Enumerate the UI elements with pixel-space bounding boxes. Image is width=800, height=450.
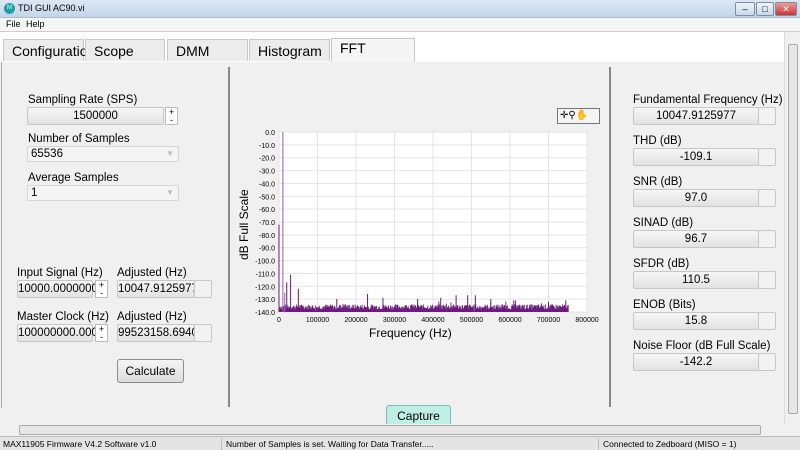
y-tick-label: -30.0 xyxy=(259,169,275,176)
status-message: Number of Samples is set. Waiting for Da… xyxy=(223,438,599,450)
result-indicator xyxy=(758,189,776,207)
fft-chart: 0.0 -10.0 -20.0 -30.0 -40.0 -50.0 -60.0 -70.0 -8… xyxy=(237,130,599,340)
avg-samples-select[interactable]: 1 ▼ xyxy=(27,185,179,201)
y-tick-label: -120.0 xyxy=(255,284,275,291)
y-axis-label: dB Full Scale xyxy=(237,189,251,260)
vertical-scrollbar[interactable] xyxy=(784,32,800,424)
window-title: TDI GUI AC90.vi xyxy=(18,3,85,13)
input-adjusted-indicator xyxy=(194,280,212,298)
maximize-button[interactable]: □ xyxy=(756,2,774,16)
result-indicator xyxy=(758,353,776,371)
result-label: THD (dB) xyxy=(633,135,682,147)
x-tick-label: 700000 xyxy=(537,317,560,324)
result-indicator xyxy=(758,230,776,248)
x-tick-label: 800000 xyxy=(575,317,598,324)
result-label: ENOB (Bits) xyxy=(633,299,696,311)
y-tick-label: -130.0 xyxy=(255,297,275,304)
result-value: -109.1 xyxy=(633,148,759,166)
result-label: SINAD (dB) xyxy=(633,217,694,229)
master-clock-input[interactable]: 100000000.000 xyxy=(17,324,98,342)
result-indicator xyxy=(758,107,776,125)
result-label: SFDR (dB) xyxy=(633,258,690,270)
chevron-down-icon: ▼ xyxy=(166,188,174,197)
result-indicator xyxy=(758,312,776,330)
avg-samples-label: Average Samples xyxy=(28,172,119,184)
tab-configuration[interactable]: Configuration xyxy=(3,39,95,61)
y-tick-label: -80.0 xyxy=(259,233,275,240)
menu-bar: File Help xyxy=(0,18,800,32)
num-samples-value: 65536 xyxy=(31,148,63,160)
clock-adjusted-value: 99523158.6940 xyxy=(117,324,198,342)
x-tick-label: 300000 xyxy=(383,317,406,324)
tab-fft[interactable]: FFT xyxy=(331,38,415,64)
clock-adjusted-indicator xyxy=(194,324,212,342)
tab-histogram[interactable]: Histogram xyxy=(249,39,330,61)
x-tick-label: 200000 xyxy=(344,317,367,324)
maxim-logo-icon: M xyxy=(4,3,15,14)
result-value: 97.0 xyxy=(633,189,759,207)
tab-strip: Configuration Scope DMM Histogram FFT xyxy=(0,32,784,64)
result-indicator xyxy=(758,148,776,166)
result-label: Fundamental Frequency (Hz) xyxy=(633,94,783,106)
y-tick-label: -60.0 xyxy=(259,207,275,214)
x-tick-label: 100000 xyxy=(306,317,329,324)
sampling-rate-label: Sampling Rate (SPS) xyxy=(28,94,138,106)
y-tick-label: -50.0 xyxy=(259,194,275,201)
result-value: 110.5 xyxy=(633,271,759,289)
horizontal-scrollbar[interactable] xyxy=(0,424,784,436)
capture-button[interactable]: Capture xyxy=(386,405,451,426)
input-signal-stepper[interactable]: + - xyxy=(95,280,108,298)
chevron-down-icon: ▼ xyxy=(166,149,174,158)
result-indicator xyxy=(758,271,776,289)
master-clock-stepper[interactable]: + - xyxy=(95,324,108,342)
input-signal-label: Input Signal (Hz) xyxy=(17,267,103,279)
y-tick-label: -20.0 xyxy=(259,156,275,163)
result-label: Noise Floor (dB Full Scale) xyxy=(633,340,771,352)
clock-adjusted-label: Adjusted (Hz) xyxy=(117,311,187,323)
num-samples-label: Number of Samples xyxy=(28,133,130,145)
result-value: -142.2 xyxy=(633,353,759,371)
y-tick-label: -140.0 xyxy=(255,310,275,317)
close-button[interactable]: ✕ xyxy=(775,2,797,16)
title-bar: M TDI GUI AC90.vi – □ ✕ xyxy=(0,0,800,18)
x-tick-label: 400000 xyxy=(421,317,444,324)
input-signal-input[interactable]: 10000.0000000 xyxy=(17,280,98,298)
status-bar: MAX11905 Firmware V4.2 Software v1.0 Num… xyxy=(0,436,800,450)
y-tick-label: -100.0 xyxy=(255,259,275,266)
x-tick-label: 0 xyxy=(277,317,281,324)
minimize-button[interactable]: – xyxy=(735,2,755,16)
sampling-rate-stepper[interactable]: + - xyxy=(165,107,178,125)
status-connection: Connected to Zedboard (MISO = 1) xyxy=(603,439,737,449)
y-tick-label: -40.0 xyxy=(259,181,275,188)
menu-file[interactable]: File xyxy=(6,19,21,29)
tab-scope[interactable]: Scope xyxy=(85,39,165,61)
tab-dmm[interactable]: DMM xyxy=(167,39,248,61)
sampling-rate-input[interactable]: 1500000 xyxy=(27,107,164,125)
y-tick-label: -90.0 xyxy=(259,246,275,253)
horizontal-scroll-thumb[interactable] xyxy=(19,425,761,435)
noise-bar xyxy=(567,305,569,312)
x-tick-label: 500000 xyxy=(460,317,483,324)
noise-bar xyxy=(473,304,475,312)
input-adjusted-value: 10047.9125977 xyxy=(117,280,198,298)
x-tick-label: 600000 xyxy=(498,317,521,324)
result-label: SNR (dB) xyxy=(633,176,683,188)
result-value: 96.7 xyxy=(633,230,759,248)
y-tick-label: -10.0 xyxy=(259,143,275,150)
y-tick-label: 0.0 xyxy=(265,130,275,137)
y-tick-label: -70.0 xyxy=(259,220,275,227)
status-version: MAX11905 Firmware V4.2 Software v1.0 xyxy=(0,438,222,450)
master-clock-label: Master Clock (Hz) xyxy=(17,311,110,323)
y-tick-label: -110.0 xyxy=(256,271,275,278)
menu-help[interactable]: Help xyxy=(26,19,45,29)
vertical-scroll-thumb[interactable] xyxy=(788,44,798,414)
num-samples-select[interactable]: 65536 ▼ xyxy=(27,146,179,162)
divider-right xyxy=(609,67,611,407)
calculate-button[interactable]: Calculate xyxy=(117,359,184,383)
result-value: 10047.9125977 xyxy=(633,107,759,125)
x-axis-label: Frequency (Hz) xyxy=(369,326,452,340)
result-value: 15.8 xyxy=(633,312,759,330)
avg-samples-value: 1 xyxy=(31,187,38,199)
input-adjusted-label: Adjusted (Hz) xyxy=(117,267,187,279)
